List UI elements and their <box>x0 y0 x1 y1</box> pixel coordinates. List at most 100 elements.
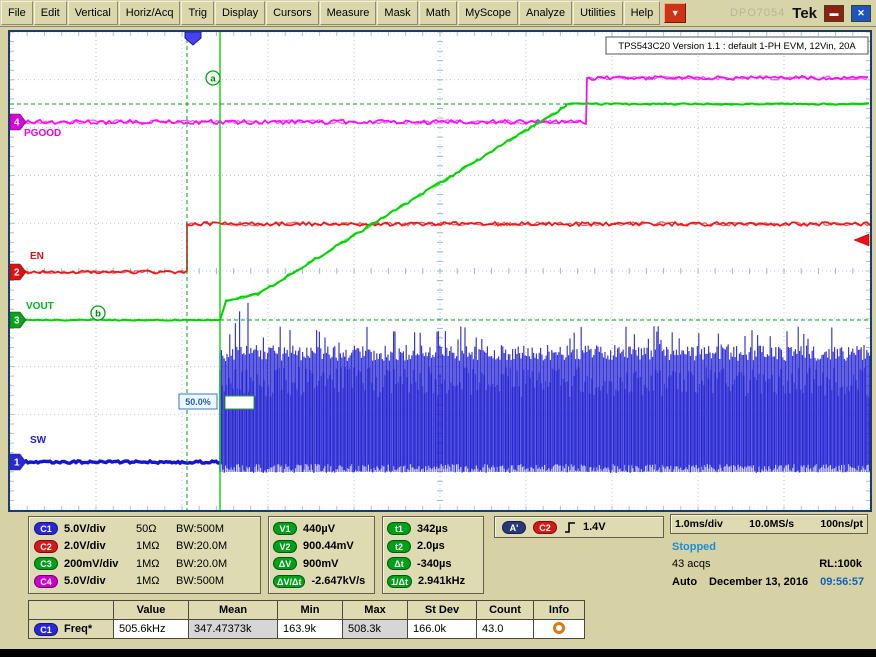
channel-readouts-panel: C1 5.0V/div 50Ω BW:500M C2 2.0V/div 1MΩ BW:20.0… <box>28 516 261 594</box>
channel-readout-c3[interactable]: C3 200mV/div 1MΩ BW:20.0M <box>29 555 260 573</box>
trigger-readout-panel[interactable]: A' C2 1.4V <box>494 516 664 538</box>
svg-text:b: b <box>95 309 101 320</box>
trigger-position-marker[interactable] <box>185 32 201 45</box>
meas-header-info: Info <box>534 601 585 620</box>
acq-count: 43 acqs <box>672 558 711 570</box>
meas-name: Freq* <box>64 623 92 635</box>
meas-header-mean: Mean <box>189 601 278 620</box>
svg-text:a: a <box>210 74 216 85</box>
cursor-voltage-v-t: ΔV/Δt-2.647kV/s <box>269 573 374 591</box>
cursor-time-value: 2.0µs <box>417 540 445 552</box>
meas-min: 163.9k <box>278 620 343 639</box>
channel-impedance: 1MΩ <box>136 558 170 570</box>
menu-item-vertical[interactable]: Vertical <box>68 1 118 25</box>
menu-item-analyze[interactable]: Analyze <box>519 1 572 25</box>
svg-text:2: 2 <box>14 268 20 279</box>
menu-item-myscope[interactable]: MyScope <box>458 1 518 25</box>
menu-item-cursors[interactable]: Cursors <box>266 1 319 25</box>
channel-impedance: 1MΩ <box>136 540 170 552</box>
model-label: DPO7054 <box>730 7 785 19</box>
cursor-callout-box <box>225 396 254 409</box>
close-button[interactable]: ✕ <box>851 5 871 22</box>
waveform-svg: 4231PGOODENVOUTSWabTPS543C20 Version 1.1… <box>10 32 870 510</box>
meas-header-min: Min <box>278 601 343 620</box>
meas-stdev: 166.0k <box>408 620 477 639</box>
menu-more-button[interactable]: ▼ <box>664 3 686 23</box>
minimize-button[interactable]: ▬ <box>824 5 844 22</box>
channel-scale: 2.0V/div <box>64 540 130 552</box>
menu-item-math[interactable]: Math <box>419 1 457 25</box>
meas-name-cell: C1 Freq* <box>29 620 114 639</box>
channel-scale: 200mV/div <box>64 558 130 570</box>
measurement-table: ValueMeanMinMaxSt DevCountInfoC1Freq*505… <box>28 600 585 639</box>
cursor-badge-v: ΔV <box>273 557 297 570</box>
menu-item-display[interactable]: Display <box>215 1 265 25</box>
date-value: December 13, 2016 <box>709 576 808 588</box>
meas-header-max: Max <box>343 601 408 620</box>
channel-bandwidth: BW:20.0M <box>176 558 227 570</box>
resolution-value: 100ns/pt <box>820 518 863 530</box>
svg-text:4: 4 <box>14 118 20 129</box>
meas-source-badge: C1 <box>34 623 58 636</box>
menu-item-horiz-acq[interactable]: Horiz/Acq <box>119 1 181 25</box>
channel-badge-c4: C4 <box>34 575 58 588</box>
timebase-readout: 1.0ms/div 10.0MS/s 100ns/pt <box>670 514 868 534</box>
sample-rate-value: 10.0MS/s <box>749 518 794 530</box>
cursor-time-1-t: 1/Δt2.941kHz <box>383 573 483 591</box>
channel-badge-c1: C1 <box>34 522 58 535</box>
menu-item-utilities[interactable]: Utilities <box>573 1 622 25</box>
horizontal-panel: 1.0ms/div 10.0MS/s 100ns/pt Stopped 43 a… <box>670 514 868 588</box>
trace-label-en: EN <box>30 251 44 262</box>
cursor-badge-v2: V2 <box>273 540 297 553</box>
meas-max: 508.3k <box>343 620 408 639</box>
channel-scale: 5.0V/div <box>64 575 130 587</box>
channel-bandwidth: BW:500M <box>176 523 224 535</box>
annotation-text: TPS543C20 Version 1.1 : default 1-PH EVM… <box>618 41 856 52</box>
rising-edge-icon <box>564 521 576 534</box>
trigger-mode: Auto <box>672 576 697 588</box>
cursor-voltage-v2: V2 900.44mV <box>269 538 374 556</box>
cursor-time-t2: t22.0µs <box>383 538 483 556</box>
acquisition-info: 43 acqs RL:100k <box>670 558 868 570</box>
channel-readout-c1[interactable]: C1 5.0V/div 50Ω BW:500M <box>29 520 260 538</box>
menu-item-mask[interactable]: Mask <box>377 1 417 25</box>
datetime-row: Auto December 13, 2016 09:56:57 <box>670 576 868 588</box>
cursor-voltage-value: 440µV <box>303 523 335 535</box>
waveform-display[interactable]: 4231PGOODENVOUTSWabTPS543C20 Version 1.1… <box>8 30 872 512</box>
meas-header-count: Count <box>477 601 534 620</box>
trigger-level-marker[interactable] <box>854 234 869 246</box>
triangle-down-icon: ▼ <box>671 8 680 18</box>
trace-label-vout: VOUT <box>26 301 54 312</box>
channel-readout-c2[interactable]: C22.0V/div1MΩBW:20.0M <box>29 538 260 556</box>
menu-item-edit[interactable]: Edit <box>34 1 67 25</box>
acquisition-state: Stopped <box>670 541 868 553</box>
time-value: 09:56:57 <box>820 576 864 588</box>
cursor-voltage-value: 900mV <box>303 558 338 570</box>
meas-value: 505.6kHz <box>114 620 189 639</box>
channel-badge-c3: C3 <box>34 557 58 570</box>
bottom-strip <box>0 649 876 657</box>
tek-logo: Tek <box>792 5 817 22</box>
cursor-voltage-value: 900.44mV <box>303 540 354 552</box>
channel-bandwidth: BW:500M <box>176 575 224 587</box>
trace-ch4-pgood <box>10 76 868 124</box>
info-icon[interactable] <box>553 622 565 634</box>
menu-item-trig[interactable]: Trig <box>181 1 214 25</box>
meas-info-cell[interactable] <box>534 620 585 639</box>
menu-item-measure[interactable]: Measure <box>320 1 377 25</box>
svg-text:3: 3 <box>14 316 20 327</box>
channel-impedance: 50Ω <box>136 523 170 535</box>
channel-readout-c4[interactable]: C45.0V/div1MΩBW:500M <box>29 573 260 591</box>
channel-badge-c2: C2 <box>34 540 58 553</box>
trace-ch1-sw-baseline <box>10 461 220 463</box>
cursor-time-t1: t1342µs <box>383 520 483 538</box>
menu-items: FileEditVerticalHoriz/AcqTrigDisplayCurs… <box>0 1 660 25</box>
cursor-time-readouts-panel: t1342µst22.0µsΔt-340µs1/Δt2.941kHz <box>382 516 484 594</box>
menu-item-help[interactable]: Help <box>624 1 661 25</box>
channel-scale: 5.0V/div <box>64 523 130 535</box>
cursor-voltage-v: ΔV 900mV <box>269 555 374 573</box>
meas-header-blank <box>29 601 114 620</box>
meas-header-value: Value <box>114 601 189 620</box>
trace-ch2-en <box>10 222 870 274</box>
menu-item-file[interactable]: File <box>1 1 33 25</box>
